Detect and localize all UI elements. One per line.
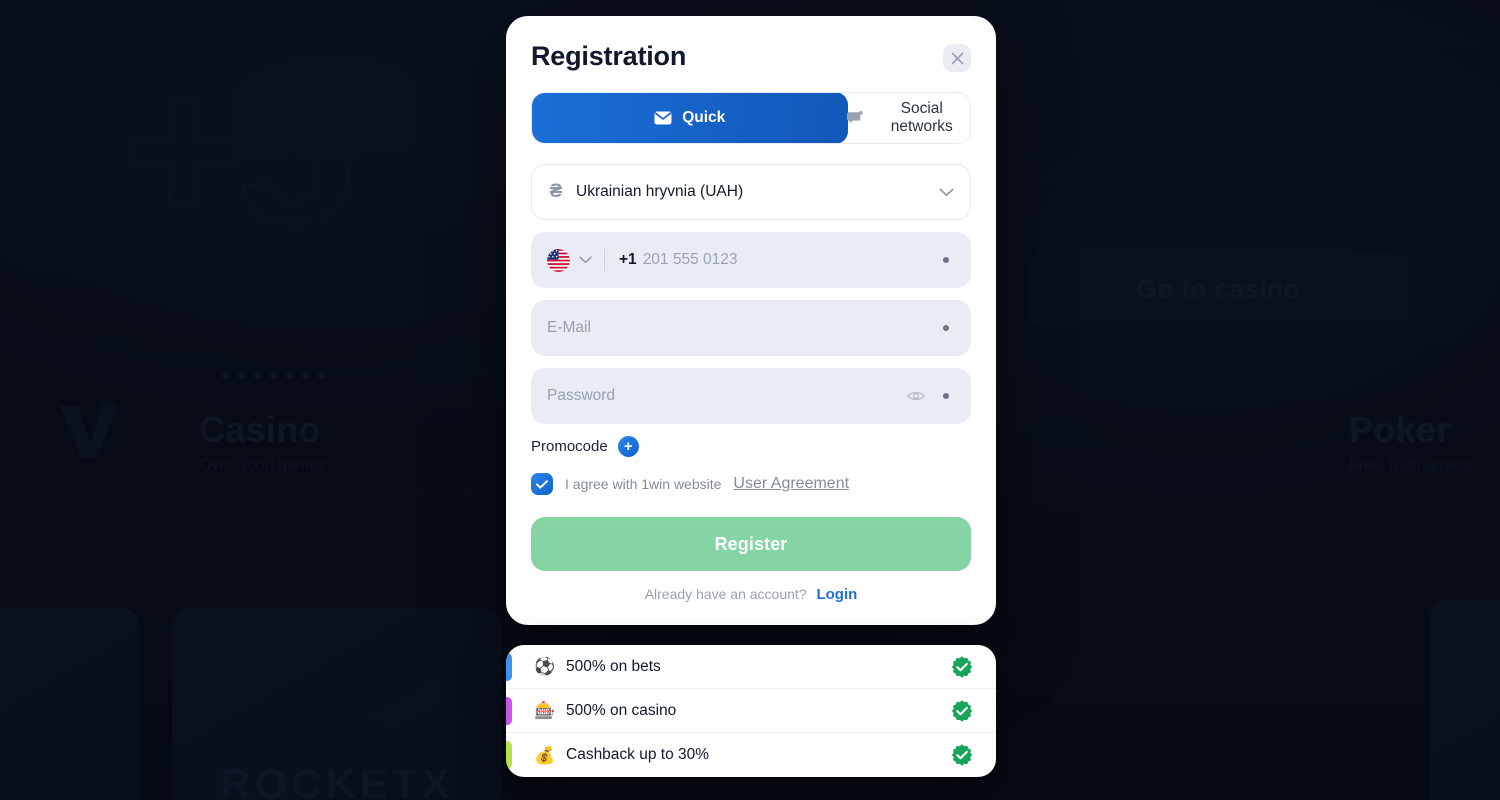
phone-required-indicator — [943, 257, 949, 263]
verified-check-icon — [950, 699, 974, 723]
list-item[interactable]: 🎰 500% on casino — [506, 689, 996, 733]
currency-select[interactable]: ₴ Ukrainian hryvnia (UAH) — [531, 164, 971, 220]
promocode-row: Promocode + — [531, 436, 971, 457]
bonus-label: 500% on casino — [566, 701, 677, 719]
password-field[interactable]: Password — [531, 368, 971, 424]
bonus-list-panel: ⚽ 500% on bets 🎰 500% on casino 💰 Cashba… — [506, 645, 996, 777]
bonus-label: 500% on bets — [566, 657, 661, 675]
money-bag-icon: 💰 — [534, 745, 556, 765]
registration-method-tabs: Quick Social networks — [531, 92, 971, 144]
agreement-checkbox[interactable] — [531, 473, 553, 495]
password-required-indicator — [943, 393, 949, 399]
verified-check-icon — [950, 655, 974, 679]
close-icon — [951, 52, 963, 64]
tab-quick-label: Quick — [682, 109, 726, 126]
tab-quick[interactable]: Quick — [532, 93, 849, 143]
page-title: Registration — [531, 41, 687, 71]
eye-icon — [907, 392, 925, 400]
currency-select-value: Ukrainian hryvnia (UAH) — [576, 183, 744, 200]
password-input-placeholder: Password — [547, 387, 616, 404]
promocode-label: Promocode — [531, 438, 608, 455]
tab-social-networks[interactable]: Social networks — [847, 93, 970, 143]
list-item[interactable]: 💰 Cashback up to 30% — [506, 733, 996, 777]
registration-modal: Registration Quick Social networks ₴ Ukr… — [506, 16, 996, 625]
envelope-icon — [654, 111, 672, 125]
slot-machine-icon: 🎰 — [534, 701, 556, 720]
speech-bubble-icon — [847, 110, 864, 124]
agreement-row: I agree with 1win website User Agreement — [531, 473, 971, 495]
login-row: Already have an account? Login — [531, 586, 971, 603]
user-agreement-link[interactable]: User Agreement — [733, 475, 849, 493]
chevron-down-icon — [939, 188, 954, 197]
us-flag-icon — [547, 248, 570, 272]
modal-header: Registration — [531, 40, 971, 72]
list-item[interactable]: ⚽ 500% on bets — [506, 645, 996, 689]
country-chevron-down-icon[interactable] — [579, 256, 592, 264]
bonus-accent-bar — [506, 696, 512, 725]
email-field[interactable]: E-Mail — [531, 300, 971, 356]
bonus-accent-bar — [506, 652, 512, 681]
email-required-indicator — [943, 325, 949, 331]
phone-input-placeholder: 201 555 0123 — [642, 251, 738, 268]
login-prompt-text: Already have an account? — [644, 586, 807, 602]
password-visibility-toggle[interactable] — [907, 390, 925, 402]
login-link[interactable]: Login — [816, 586, 857, 603]
verified-check-icon — [950, 743, 974, 767]
close-button[interactable] — [943, 44, 971, 72]
phone-divider — [604, 249, 605, 271]
plus-icon: + — [623, 437, 633, 455]
hryvnia-icon: ₴ — [549, 181, 563, 202]
email-input-placeholder: E-Mail — [547, 319, 591, 336]
phone-dial-code: +1 — [619, 251, 637, 268]
bonus-label: Cashback up to 30% — [566, 746, 710, 763]
tab-social-networks-label: Social networks — [890, 100, 953, 135]
promocode-add-button[interactable]: + — [617, 436, 639, 457]
agreement-text: I agree with 1win website — [565, 476, 722, 492]
bonus-accent-bar — [506, 741, 512, 769]
register-button[interactable]: Register — [531, 517, 971, 571]
check-icon — [536, 479, 548, 489]
phone-field[interactable]: +1 201 555 0123 — [531, 232, 971, 288]
soccer-ball-icon: ⚽ — [534, 657, 556, 676]
